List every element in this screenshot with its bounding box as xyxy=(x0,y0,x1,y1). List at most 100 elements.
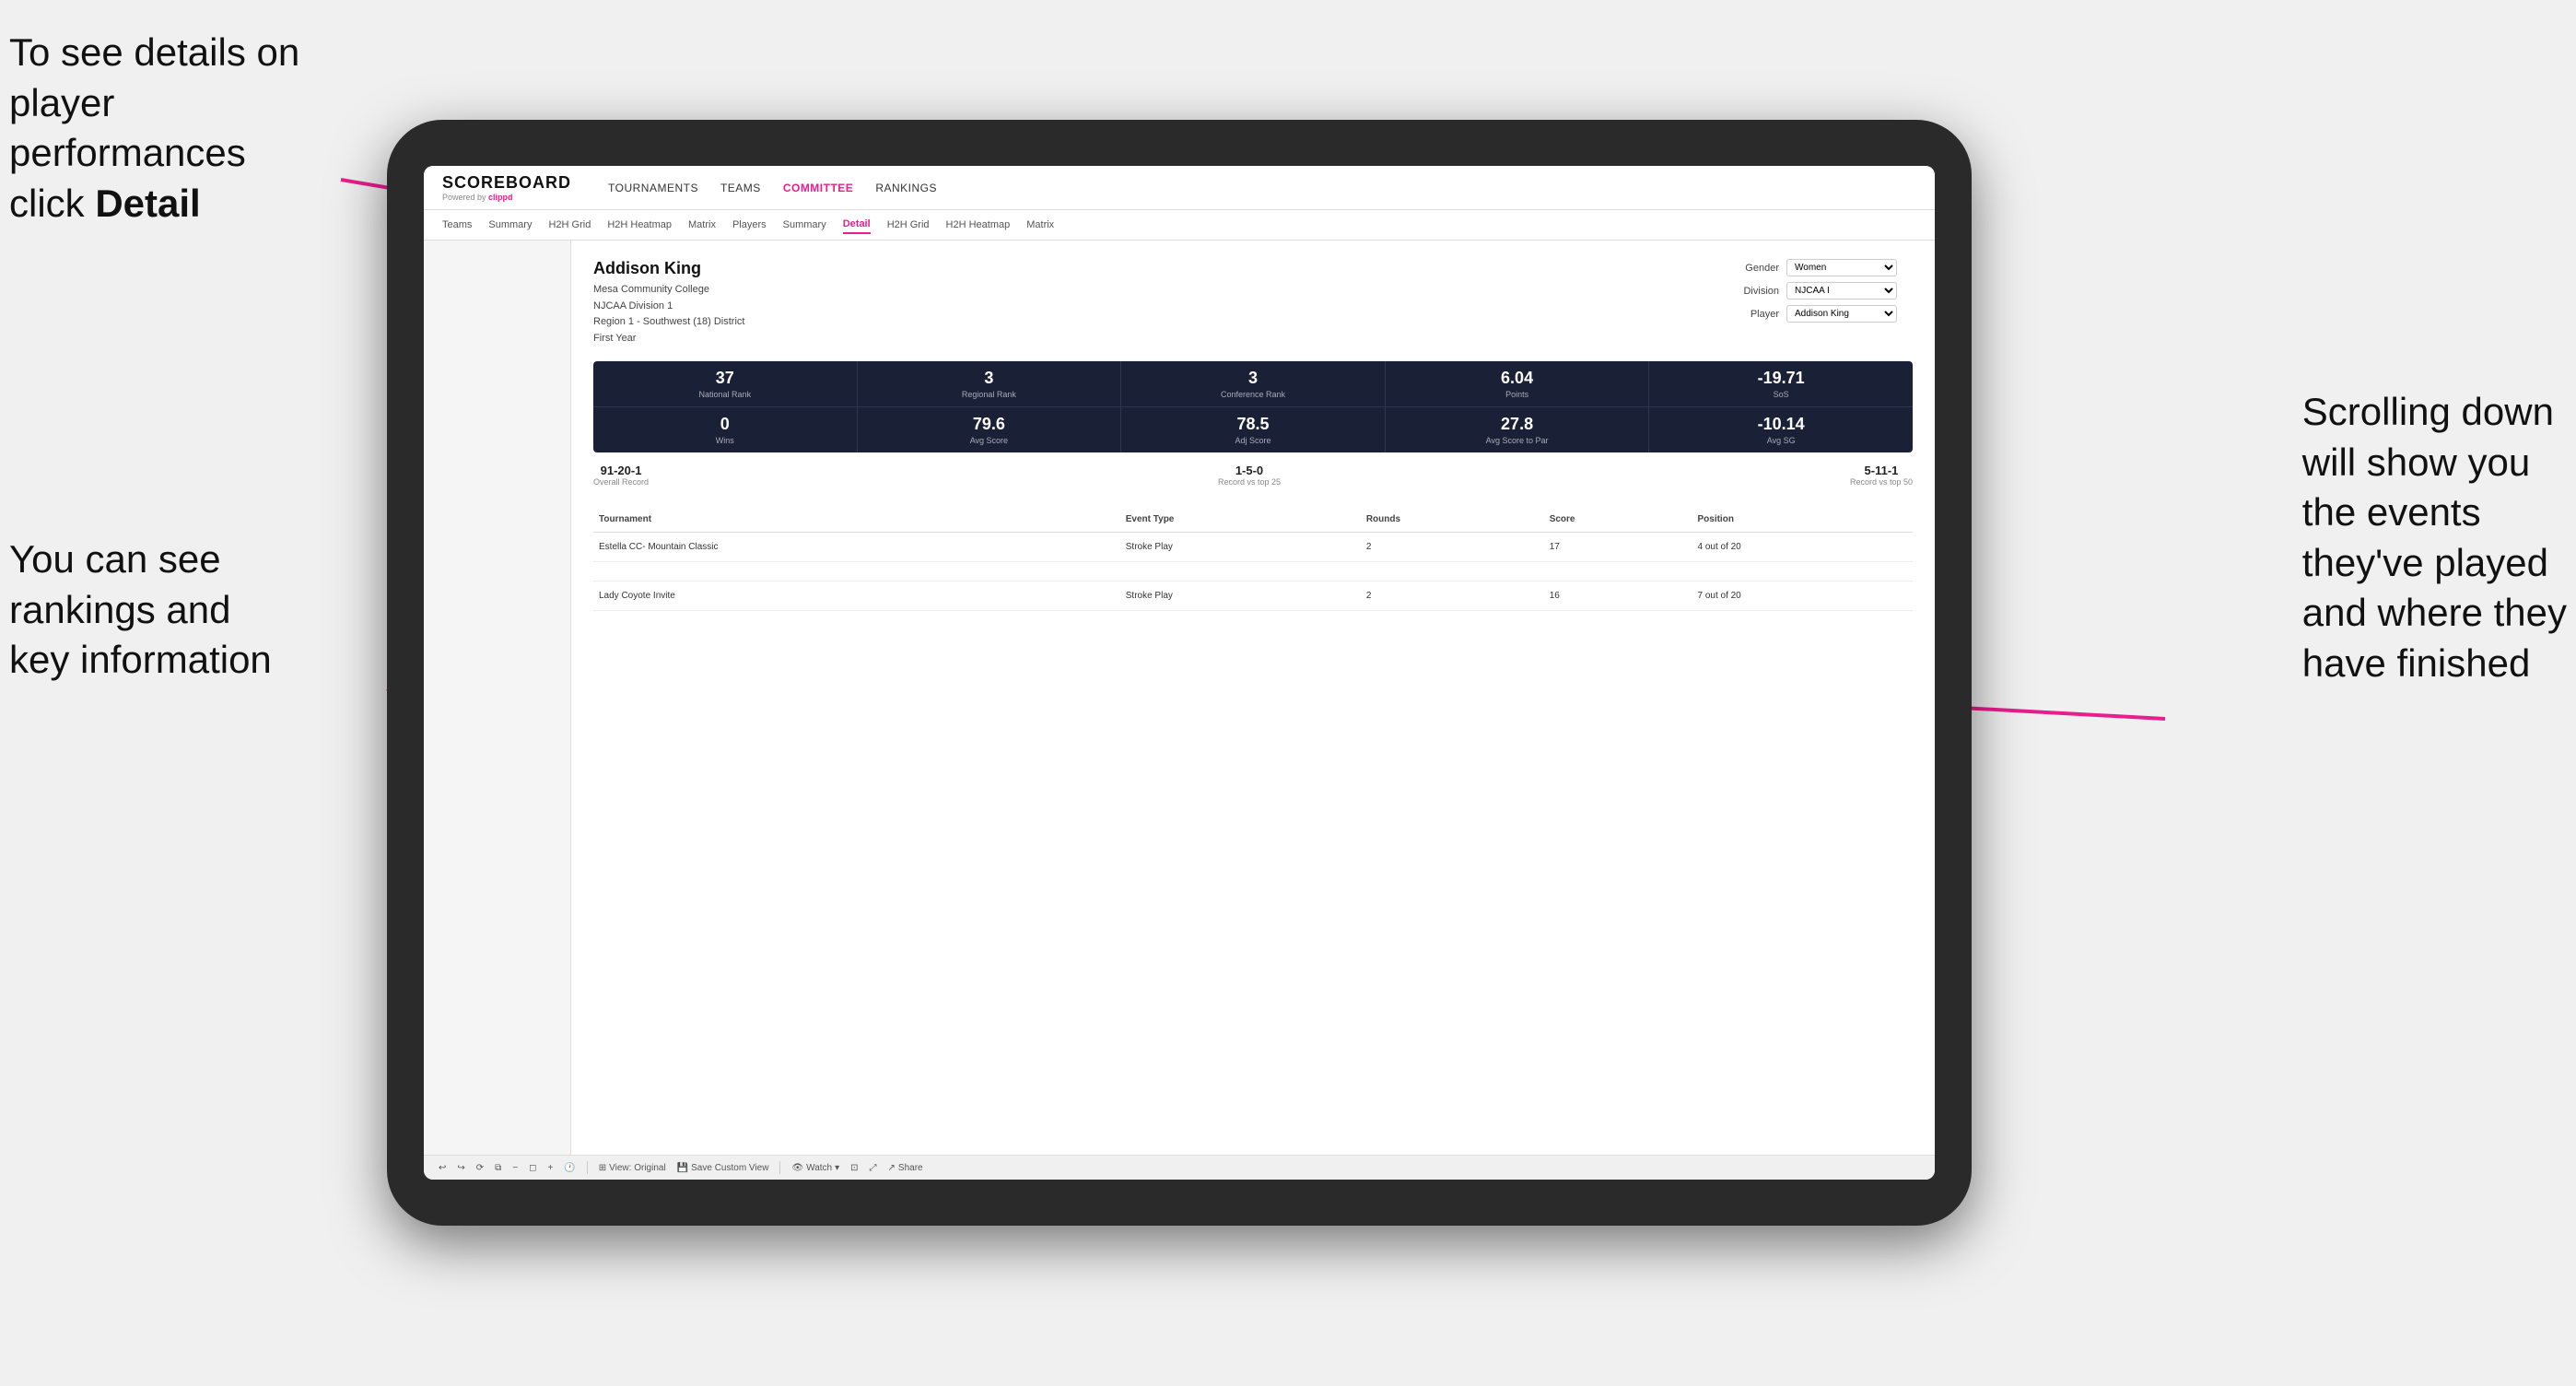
subnav-h2hheatmap[interactable]: H2H Heatmap xyxy=(607,217,672,233)
stat-avg-score-par-value: 27.8 xyxy=(1391,415,1644,434)
player-region: Region 1 - Southwest (18) District xyxy=(593,314,744,331)
annotation-bl1: You can see xyxy=(9,537,221,581)
stat-wins: 0 Wins xyxy=(593,407,858,452)
subnav-detail[interactable]: Detail xyxy=(843,216,871,234)
stat-adj-score-value: 78.5 xyxy=(1127,415,1379,434)
left-sidebar xyxy=(424,241,571,1155)
gender-select[interactable]: Women Men xyxy=(1786,259,1897,276)
plus-button[interactable]: + xyxy=(547,1163,553,1173)
subnav-h2hheatmap2[interactable]: H2H Heatmap xyxy=(946,217,1011,233)
stat-points: 6.04 Points xyxy=(1386,361,1650,406)
annotation-r4: they've played xyxy=(2302,541,2548,584)
stats-grid: 37 National Rank 3 Regional Rank 3 Confe… xyxy=(593,361,1913,452)
score-2 xyxy=(1544,562,1692,581)
annotation-r5: and where they xyxy=(2302,591,2567,634)
position-1: 4 out of 20 xyxy=(1692,533,1913,562)
annotation-line1: To see details on xyxy=(9,30,299,74)
player-division: NJCAA Division 1 xyxy=(593,299,744,315)
position-3: 7 out of 20 xyxy=(1692,581,1913,611)
record-top25-value: 1-5-0 xyxy=(1218,464,1281,477)
annotation-line3: click xyxy=(9,182,95,225)
player-label: Player xyxy=(1728,309,1779,320)
toolbar-divider-2 xyxy=(779,1161,780,1174)
logo-powered: Powered by clippd xyxy=(442,193,571,202)
player-info: Addison King Mesa Community College NJCA… xyxy=(593,259,744,346)
record-top25-label: Record vs top 25 xyxy=(1218,477,1281,487)
share-label: Share xyxy=(898,1163,923,1173)
undo-button[interactable]: ↩ xyxy=(439,1163,446,1173)
annotation-bold: Detail xyxy=(95,182,200,225)
division-select[interactable]: NJCAA I NJCAA II xyxy=(1786,282,1897,300)
annotation-bottom-left: You can see rankings and key information xyxy=(9,534,272,686)
subnav-teams[interactable]: Teams xyxy=(442,217,472,233)
nav-rankings[interactable]: RANKINGS xyxy=(875,178,937,198)
main-content: Addison King Mesa Community College NJCA… xyxy=(571,241,1935,1155)
stat-adj-score: 78.5 Adj Score xyxy=(1121,407,1386,452)
player-select[interactable]: Addison King xyxy=(1786,305,1897,323)
nav-tournaments[interactable]: TOURNAMENTS xyxy=(608,178,698,198)
record-top25: 1-5-0 Record vs top 25 xyxy=(1218,464,1281,487)
clock-button[interactable]: 🕐 xyxy=(564,1163,575,1173)
nav-teams[interactable]: TEAMS xyxy=(720,178,761,198)
copy-button[interactable]: ⧉ xyxy=(495,1163,501,1173)
stat-regional-rank-value: 3 xyxy=(863,369,1116,388)
view-original-button[interactable]: ⊞ View: Original xyxy=(599,1163,666,1173)
player-college: Mesa Community College xyxy=(593,282,744,299)
stat-conference-rank-label: Conference Rank xyxy=(1127,390,1379,399)
stat-avg-score-par-label: Avg Score to Par xyxy=(1391,436,1644,445)
sub-nav: Teams Summary H2H Grid H2H Heatmap Matri… xyxy=(424,210,1935,241)
position-2 xyxy=(1692,562,1913,581)
nav-items: TOURNAMENTS TEAMS COMMITTEE RANKINGS xyxy=(608,178,937,198)
col-event-type: Event Type xyxy=(1120,507,1361,533)
watch-button[interactable]: 👁 Watch ▾ xyxy=(791,1163,839,1173)
stat-national-rank: 37 National Rank xyxy=(593,361,858,406)
annotation-bl3: key information xyxy=(9,638,272,681)
redo-button[interactable]: ↪ xyxy=(457,1163,464,1173)
subnav-h2hgrid[interactable]: H2H Grid xyxy=(548,217,591,233)
gender-control: Gender Women Men xyxy=(1728,259,1913,276)
annotation-r1: Scrolling down xyxy=(2302,390,2554,433)
player-name: Addison King xyxy=(593,259,744,278)
stat-conference-rank: 3 Conference Rank xyxy=(1121,361,1386,406)
table-header: Tournament Event Type Rounds Score Posit… xyxy=(593,507,1913,533)
expand-button[interactable]: ⤢ xyxy=(870,1163,877,1173)
refresh-button[interactable]: ⟳ xyxy=(476,1163,484,1173)
division-label: Division xyxy=(1728,286,1779,297)
annotation-top-left: To see details on player performances cl… xyxy=(9,28,341,229)
stat-national-rank-label: National Rank xyxy=(599,390,851,399)
logo-area: SCOREBOARD Powered by clippd xyxy=(442,173,571,202)
watch-label: Watch xyxy=(806,1163,832,1173)
save-label: Save Custom View xyxy=(691,1163,768,1173)
annotation-right: Scrolling down will show you the events … xyxy=(2302,387,2567,689)
subnav-h2hgrid2[interactable]: H2H Grid xyxy=(887,217,930,233)
stat-points-value: 6.04 xyxy=(1391,369,1644,388)
record-section: 91-20-1 Overall Record 1-5-0 Record vs t… xyxy=(593,456,1913,494)
col-rounds: Rounds xyxy=(1361,507,1544,533)
stat-sos: -19.71 SoS xyxy=(1649,361,1913,406)
table-header-row: Tournament Event Type Rounds Score Posit… xyxy=(593,507,1913,533)
zoom-level: ◻ xyxy=(529,1163,536,1173)
subnav-matrix2[interactable]: Matrix xyxy=(1026,217,1054,233)
toolbar-divider xyxy=(587,1161,588,1174)
view-label: View: Original xyxy=(609,1163,666,1173)
subnav-summary2[interactable]: Summary xyxy=(783,217,826,233)
subnav-summary[interactable]: Summary xyxy=(488,217,532,233)
stat-avg-sg-label: Avg SG xyxy=(1655,436,1907,445)
event-type-3: Stroke Play xyxy=(1120,581,1361,611)
tournament-name-3: Lady Coyote Invite xyxy=(593,581,1120,611)
minus-button[interactable]: − xyxy=(512,1163,518,1173)
subnav-matrix[interactable]: Matrix xyxy=(688,217,716,233)
stat-avg-score: 79.6 Avg Score xyxy=(858,407,1122,452)
event-type-2 xyxy=(1120,562,1361,581)
screen-button[interactable]: ⊡ xyxy=(850,1163,858,1173)
stats-row-2: 0 Wins 79.6 Avg Score 78.5 Adj Score 2 xyxy=(593,406,1913,452)
nav-committee[interactable]: COMMITTEE xyxy=(783,178,854,198)
tournament-name-2 xyxy=(593,562,1120,581)
subnav-players[interactable]: Players xyxy=(732,217,767,233)
annotation-bl2: rankings and xyxy=(9,588,231,631)
save-icon: 💾 xyxy=(677,1163,688,1173)
save-custom-view-button[interactable]: 💾 Save Custom View xyxy=(677,1163,769,1173)
share-button[interactable]: ↗ Share xyxy=(888,1163,923,1173)
annotation-r3: the events xyxy=(2302,490,2481,534)
stat-sos-label: SoS xyxy=(1655,390,1907,399)
